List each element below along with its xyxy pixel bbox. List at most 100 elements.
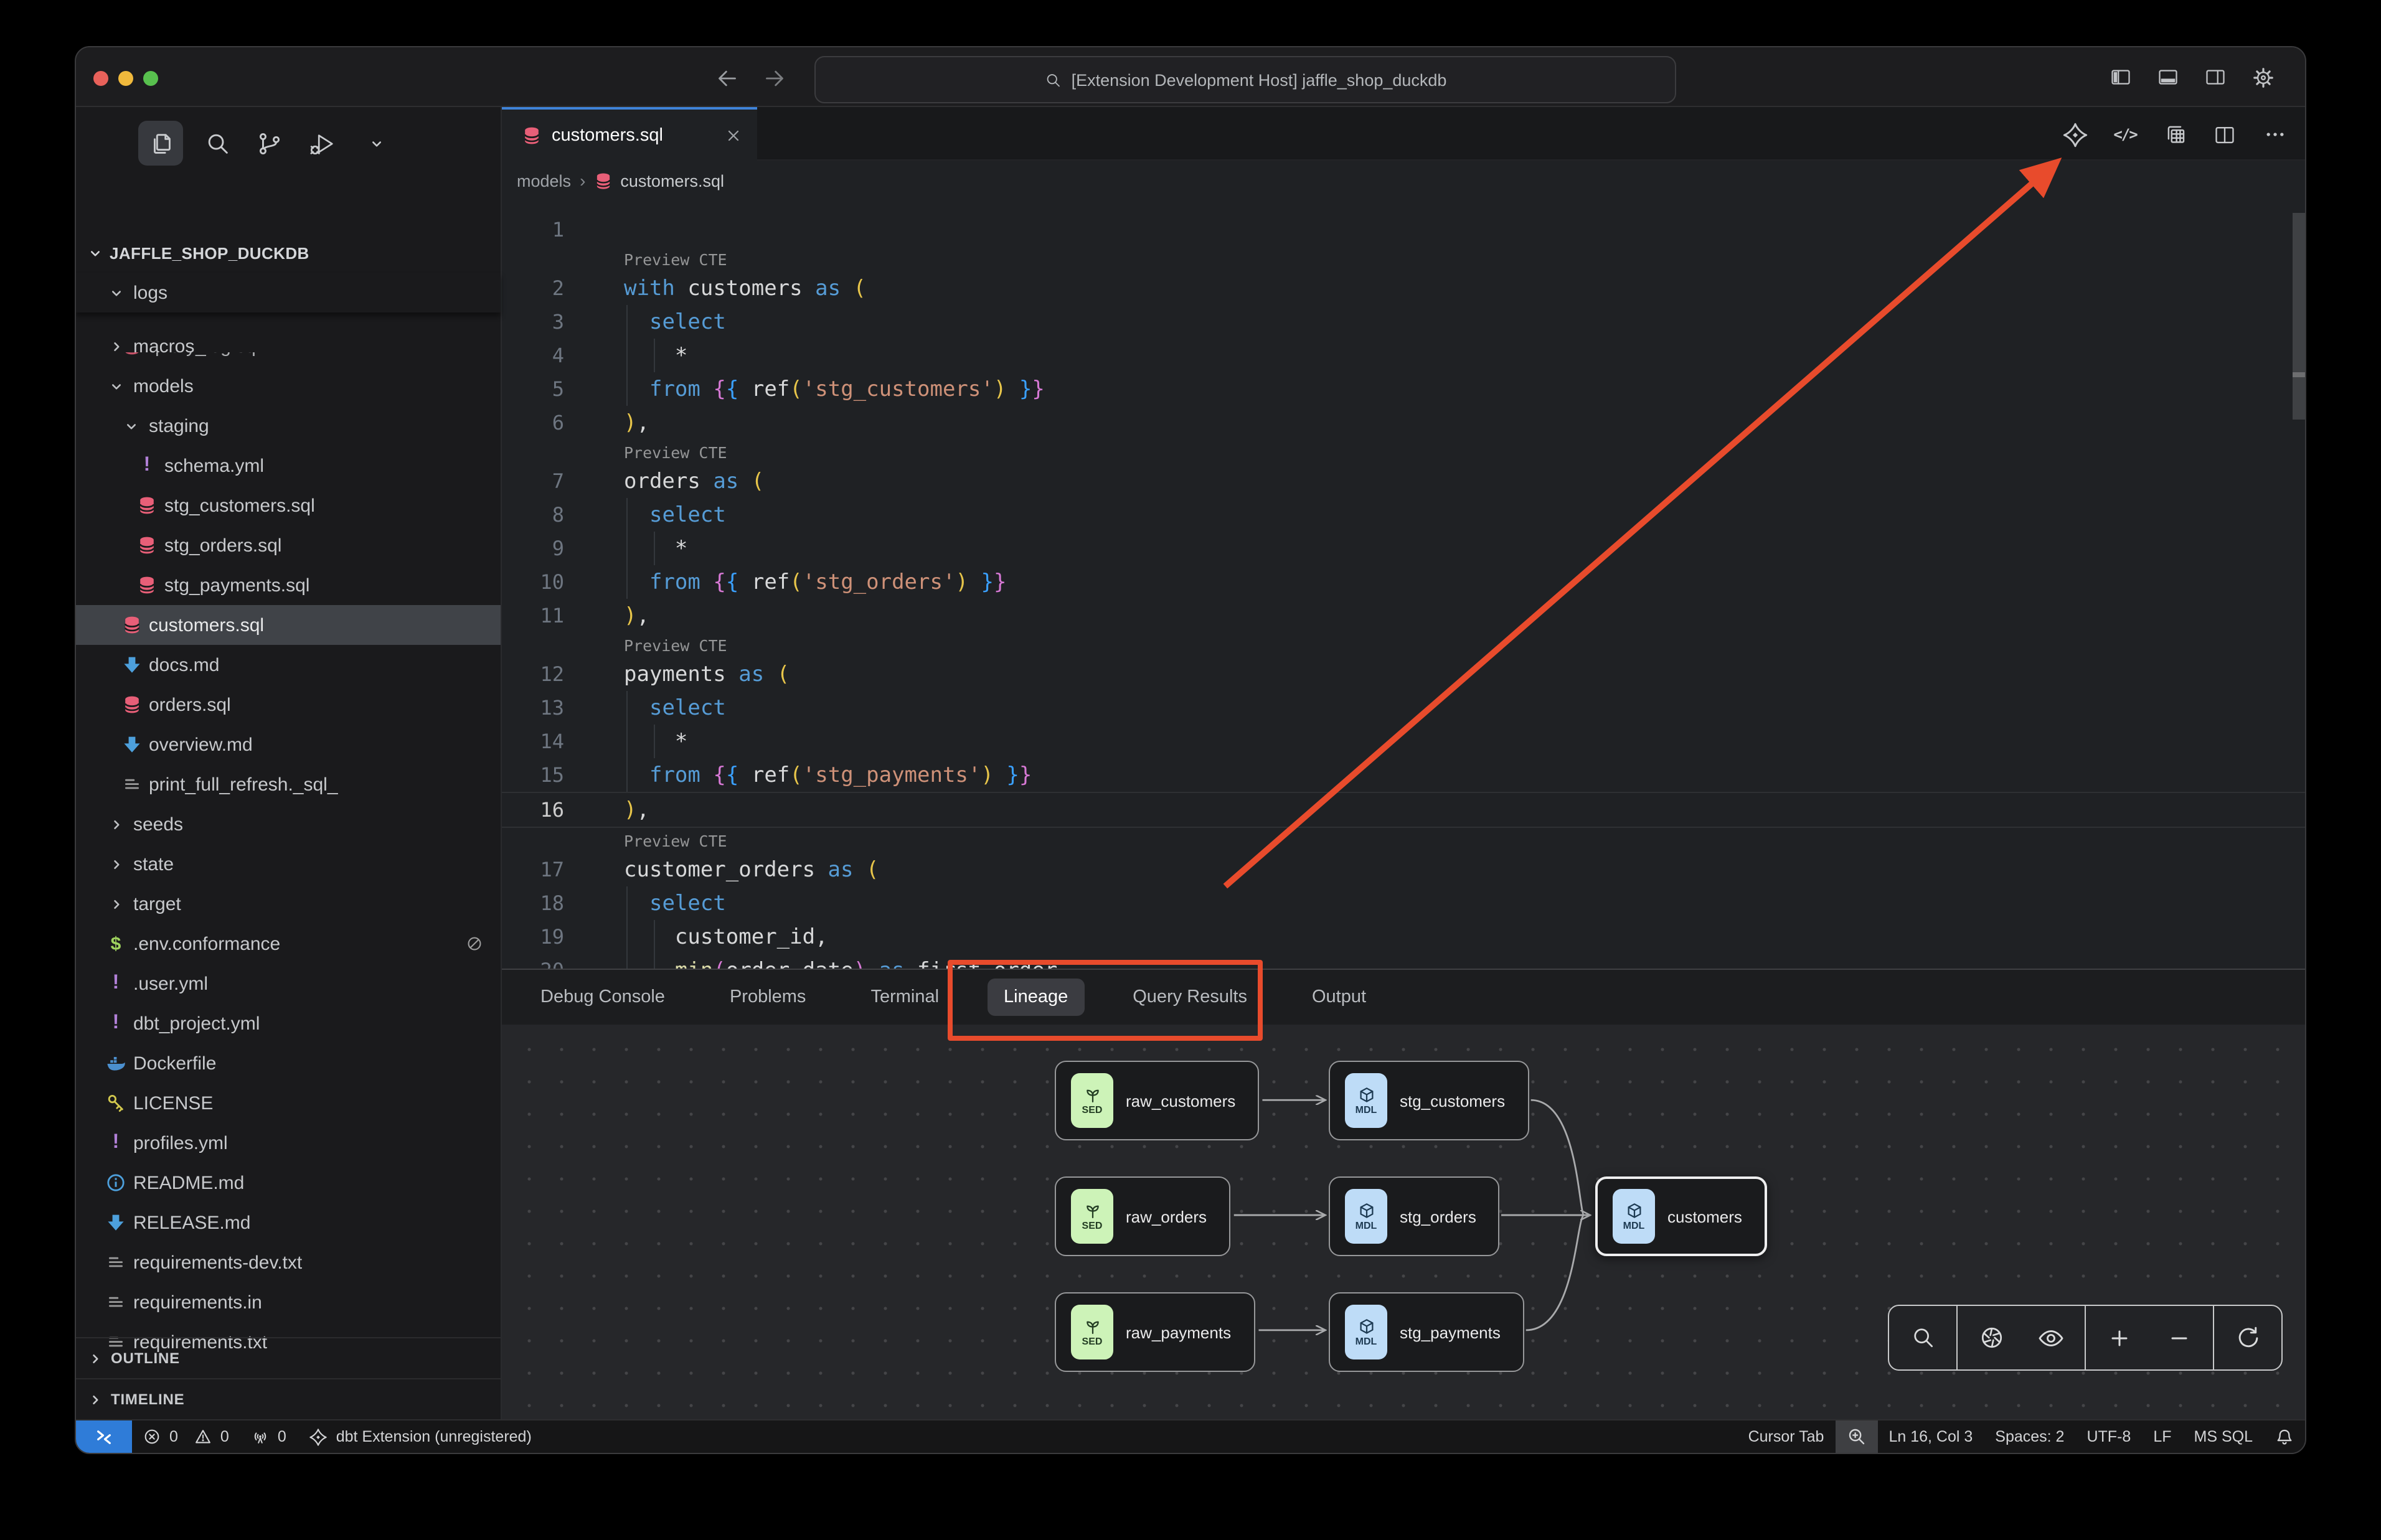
tree-item-dbt-project-yml[interactable]: !dbt_project.yml [76, 1003, 501, 1043]
code-line-16[interactable]: 16), [502, 792, 2306, 828]
close-tab-icon[interactable] [725, 126, 742, 144]
lineage-node-raw_customers[interactable]: SEDraw_customers [1055, 1061, 1259, 1140]
code-line-8[interactable]: 8 select [502, 498, 2306, 532]
tree-item-stg-customers-sql[interactable]: stg_customers.sql [76, 486, 501, 525]
codelens[interactable]: Preview CTE [502, 632, 2306, 657]
activity-chevron-down-icon[interactable] [354, 121, 398, 166]
breadcrumb-item[interactable]: models [517, 171, 571, 190]
lineage-node-customers[interactable]: MDLcustomers [1595, 1176, 1767, 1256]
tab-customers-sql[interactable]: customers.sql [502, 107, 757, 161]
tree-item-models[interactable]: models [76, 366, 501, 406]
lineage-minus-button[interactable] [2166, 1324, 2193, 1351]
code-line-12[interactable]: 12payments as ( [502, 657, 2306, 691]
problems[interactable]: 00 [132, 1420, 240, 1453]
navigate-forward-button[interactable] [760, 63, 790, 93]
activity-source-control-icon[interactable] [247, 121, 291, 166]
lineage-node-stg_orders[interactable]: MDLstg_orders [1329, 1176, 1500, 1256]
tree-item-stg-orders-sql[interactable]: stg_orders.sql [76, 525, 501, 565]
panel-tab-debug-console[interactable]: Debug Console [524, 979, 681, 1016]
code-line-4[interactable]: 4 * [502, 339, 2306, 372]
tree-item-customers-sql[interactable]: customers.sql [76, 605, 501, 645]
tree-item-release-md[interactable]: RELEASE.md [76, 1203, 501, 1242]
screencast-zoom[interactable] [1835, 1420, 1877, 1453]
indentation[interactable]: Spaces: 2 [1984, 1420, 2075, 1453]
editor-action-code-icon[interactable]: </> [2110, 119, 2141, 150]
panel-tab-problems[interactable]: Problems [714, 979, 823, 1016]
breadcrumb-item[interactable]: customers.sql [594, 171, 724, 190]
lineage-search-button[interactable] [1909, 1324, 1936, 1351]
lineage-node-raw_payments[interactable]: SEDraw_payments [1055, 1292, 1255, 1372]
navigate-back-button[interactable] [712, 63, 742, 93]
remote-indicator[interactable] [76, 1420, 132, 1453]
panel-tab-output[interactable]: Output [1296, 979, 1382, 1016]
lineage-node-raw_orders[interactable]: SEDraw_orders [1055, 1176, 1230, 1256]
lineage-aperture-button[interactable] [1978, 1324, 2005, 1351]
tree-item--env-conformance[interactable]: $.env.conformance [76, 924, 501, 964]
breadcrumb[interactable]: models› customers.sql [502, 161, 2306, 200]
tree-item-state[interactable]: state [76, 844, 501, 884]
code-line-5[interactable]: 5 from {{ ref('stg_customers') }} [502, 372, 2306, 406]
layout-panel-icon[interactable] [2153, 62, 2183, 92]
code-line-15[interactable]: 15 from {{ ref('stg_payments') }} [502, 758, 2306, 792]
minimize-window-button[interactable] [118, 71, 133, 86]
notifications[interactable] [2264, 1420, 2305, 1453]
editor-action-more-icon[interactable] [2259, 119, 2290, 150]
tree-item-print-full-refresh-sql-[interactable]: print_full_refresh._sql_ [76, 764, 501, 804]
activity-search-icon[interactable] [194, 121, 239, 166]
tree-item-license[interactable]: LICENSE [76, 1083, 501, 1123]
editor-action-split-icon[interactable] [2209, 119, 2240, 150]
activity-debug-icon[interactable] [299, 121, 344, 166]
lineage-eye-button[interactable] [2037, 1324, 2065, 1351]
encoding[interactable]: UTF-8 [2075, 1420, 2142, 1453]
tree-item-dockerfile[interactable]: Dockerfile [76, 1043, 501, 1083]
scrollbar-thumb[interactable] [2293, 213, 2305, 420]
code-line-13[interactable]: 13 select [502, 691, 2306, 725]
tree-item-requirements-in[interactable]: requirements.in [76, 1282, 501, 1322]
editor-action-table-icon[interactable] [2159, 119, 2190, 150]
explorer-project-header[interactable]: JAFFLE_SHOP_DUCKDB [76, 233, 501, 273]
code-line-7[interactable]: 7orders as ( [502, 464, 2306, 498]
ports[interactable]: 0 [240, 1420, 298, 1453]
code-line-17[interactable]: 17customer_orders as ( [502, 853, 2306, 886]
codelens[interactable]: Preview CTE [502, 439, 2306, 464]
cursor-tab[interactable]: Cursor Tab [1737, 1420, 1836, 1453]
maximize-window-button[interactable] [143, 71, 158, 86]
language-mode[interactable]: MS SQL [2183, 1420, 2265, 1453]
lineage-node-stg_payments[interactable]: MDLstg_payments [1329, 1292, 1524, 1372]
tree-item-target[interactable]: target [76, 884, 501, 924]
code-line-18[interactable]: 18 select [502, 886, 2306, 920]
tree-item-stg-payments-sql[interactable]: stg_payments.sql [76, 565, 501, 605]
code-line-9[interactable]: 9 * [502, 532, 2306, 565]
code-line-11[interactable]: 11), [502, 599, 2306, 632]
code-line-2[interactable]: 2with customers as ( [502, 271, 2306, 305]
eol[interactable]: LF [2142, 1420, 2182, 1453]
tree-item[interactable]: query_log.sq [76, 352, 501, 366]
tree-item-staging[interactable]: staging [76, 406, 501, 446]
lineage-refresh-button[interactable] [2234, 1324, 2261, 1351]
code-line-14[interactable]: 14 * [502, 725, 2306, 758]
panel-tab-query-results[interactable]: Query Results [1116, 979, 1263, 1016]
dbt-extension[interactable]: dbt Extension (unregistered) [298, 1420, 543, 1453]
panel-tab-lineage[interactable]: Lineage [988, 979, 1084, 1016]
code-line-6[interactable]: 6), [502, 406, 2306, 439]
close-window-button[interactable] [93, 71, 108, 86]
tree-item-logs[interactable]: logs [76, 273, 501, 312]
tree-item-docs-md[interactable]: docs.md [76, 645, 501, 685]
code-line-10[interactable]: 10 from {{ ref('stg_orders') }} [502, 565, 2306, 599]
code-line-3[interactable]: 3 select [502, 305, 2306, 339]
tree-item-overview-md[interactable]: overview.md [76, 725, 501, 764]
command-center-search[interactable]: [Extension Development Host] jaffle_shop… [814, 56, 1676, 103]
section-outline[interactable]: OUTLINE [76, 1337, 501, 1378]
codelens[interactable]: Preview CTE [502, 828, 2306, 853]
tree-item-schema-yml[interactable]: !schema.yml [76, 446, 501, 486]
tree-item-orders-sql[interactable]: orders.sql [76, 685, 501, 725]
section-timeline[interactable]: TIMELINE [76, 1378, 501, 1419]
codelens[interactable]: Preview CTE [502, 246, 2306, 271]
lineage-plus-button[interactable] [2106, 1324, 2133, 1351]
editor-action-dbt-icon[interactable] [2060, 119, 2091, 150]
code-line-19[interactable]: 19 customer_id, [502, 920, 2306, 954]
layout-sidebar-left-icon[interactable] [2106, 62, 2136, 92]
tree-item-readme-md[interactable]: README.md [76, 1163, 501, 1203]
tree-item-seeds[interactable]: seeds [76, 804, 501, 844]
cursor-position[interactable]: Ln 16, Col 3 [1877, 1420, 1984, 1453]
